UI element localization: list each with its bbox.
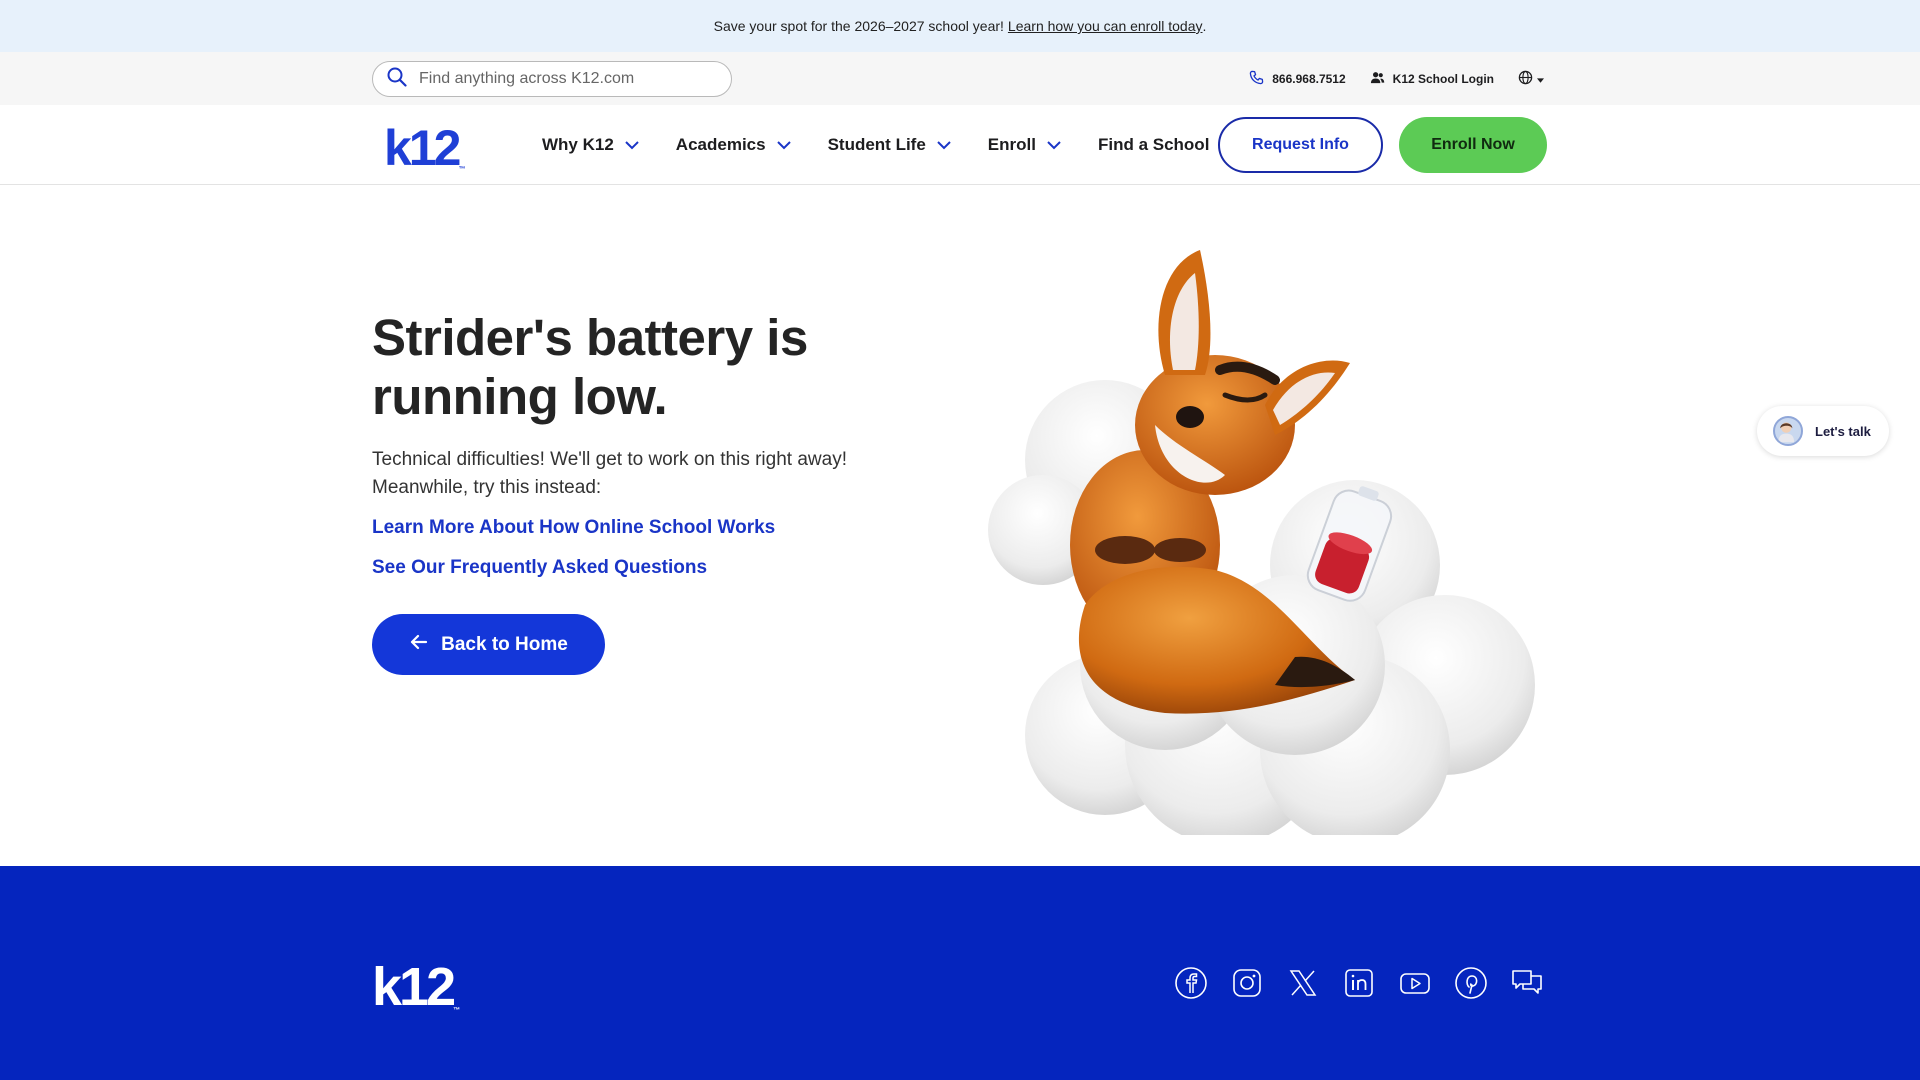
chevron-down-icon — [624, 135, 640, 155]
announcement-bar: Save your spot for the 2026–2027 school … — [0, 0, 1920, 52]
social-links — [1174, 966, 1544, 1000]
pinterest-icon[interactable] — [1454, 966, 1488, 1000]
logo-tm: ™ — [458, 166, 466, 173]
lets-talk-label: Let's talk — [1815, 423, 1871, 439]
agent-avatar — [1773, 416, 1803, 446]
hero-description: Technical difficulties! We'll get to wor… — [372, 449, 847, 498]
online-school-link[interactable]: Learn More About How Online School Works — [372, 517, 775, 539]
caret-down-icon — [1537, 72, 1544, 86]
sleeping-fox-illustration — [975, 245, 1545, 845]
nav-menu: Why K12 Academics Student Life Enroll Fi… — [542, 105, 1209, 185]
announcement-link[interactable]: Learn how you can enroll today — [1008, 18, 1203, 34]
nav-item-label: Why K12 — [542, 135, 614, 154]
arrow-left-icon — [409, 632, 429, 658]
footer-logo-tm: ™ — [453, 1007, 461, 1014]
search-icon — [387, 67, 407, 92]
language-selector[interactable] — [1518, 70, 1544, 88]
back-to-home-button[interactable]: Back to Home — [372, 614, 605, 675]
lets-talk-chat-button[interactable]: Let's talk — [1757, 406, 1889, 456]
nav-item-label: Find a School — [1097, 135, 1210, 154]
youtube-icon[interactable] — [1398, 966, 1432, 1000]
main-nav: k12™ Why K12 Academics Student Life Enro… — [0, 105, 1920, 185]
school-login-label: K12 School Login — [1392, 71, 1494, 86]
enroll-now-button[interactable]: Enroll Now — [1399, 117, 1547, 173]
announcement-text: Save your spot for the 2026–2027 school … — [713, 18, 1004, 34]
footer: k12™ — [0, 866, 1920, 1080]
phone-number: 866.968.7512 — [1272, 71, 1346, 86]
facebook-icon[interactable] — [1174, 966, 1208, 1000]
search-input[interactable] — [419, 70, 709, 88]
footer-k12-logo[interactable]: k12™ — [372, 956, 460, 1018]
faq-link[interactable]: See Our Frequently Asked Questions — [372, 557, 707, 579]
back-to-home-label: Back to Home — [441, 633, 568, 655]
linkedin-icon[interactable] — [1342, 966, 1376, 1000]
nav-item-label: Academics — [675, 135, 766, 154]
users-icon — [1370, 70, 1385, 88]
chevron-down-icon — [776, 135, 792, 155]
page-title: Strider's battery is running low. — [372, 309, 808, 425]
logo-text: k12 — [384, 120, 461, 176]
announcement-suffix: . — [1202, 18, 1207, 34]
utility-links: 866.968.7512 K12 School Login — [1249, 52, 1544, 105]
request-info-button[interactable]: Request Info — [1218, 117, 1383, 173]
x-icon[interactable] — [1286, 966, 1320, 1000]
chevron-down-icon — [936, 135, 952, 155]
nav-item-enroll[interactable]: Enroll — [988, 135, 1062, 155]
k12-logo[interactable]: k12™ — [384, 119, 465, 177]
utility-bar: 866.968.7512 K12 School Login — [0, 52, 1920, 105]
search-box[interactable] — [372, 61, 732, 97]
phone-link[interactable]: 866.968.7512 — [1249, 70, 1346, 88]
school-login-link[interactable]: K12 School Login — [1370, 70, 1494, 88]
globe-icon — [1518, 70, 1533, 88]
phone-icon — [1249, 70, 1264, 88]
instagram-icon[interactable] — [1230, 966, 1264, 1000]
chevron-down-icon — [1046, 135, 1062, 155]
nav-item-student-life[interactable]: Student Life — [828, 135, 952, 155]
nav-item-why-k12[interactable]: Why K12 — [542, 135, 640, 155]
nav-item-label: Student Life — [827, 135, 926, 154]
nav-item-academics[interactable]: Academics — [676, 135, 792, 155]
nav-item-find-a-school[interactable]: Find a School — [1098, 135, 1209, 155]
nav-item-label: Enroll — [987, 135, 1036, 154]
footer-logo-text: k12 — [372, 957, 456, 1017]
chat-icon[interactable] — [1510, 966, 1544, 1000]
